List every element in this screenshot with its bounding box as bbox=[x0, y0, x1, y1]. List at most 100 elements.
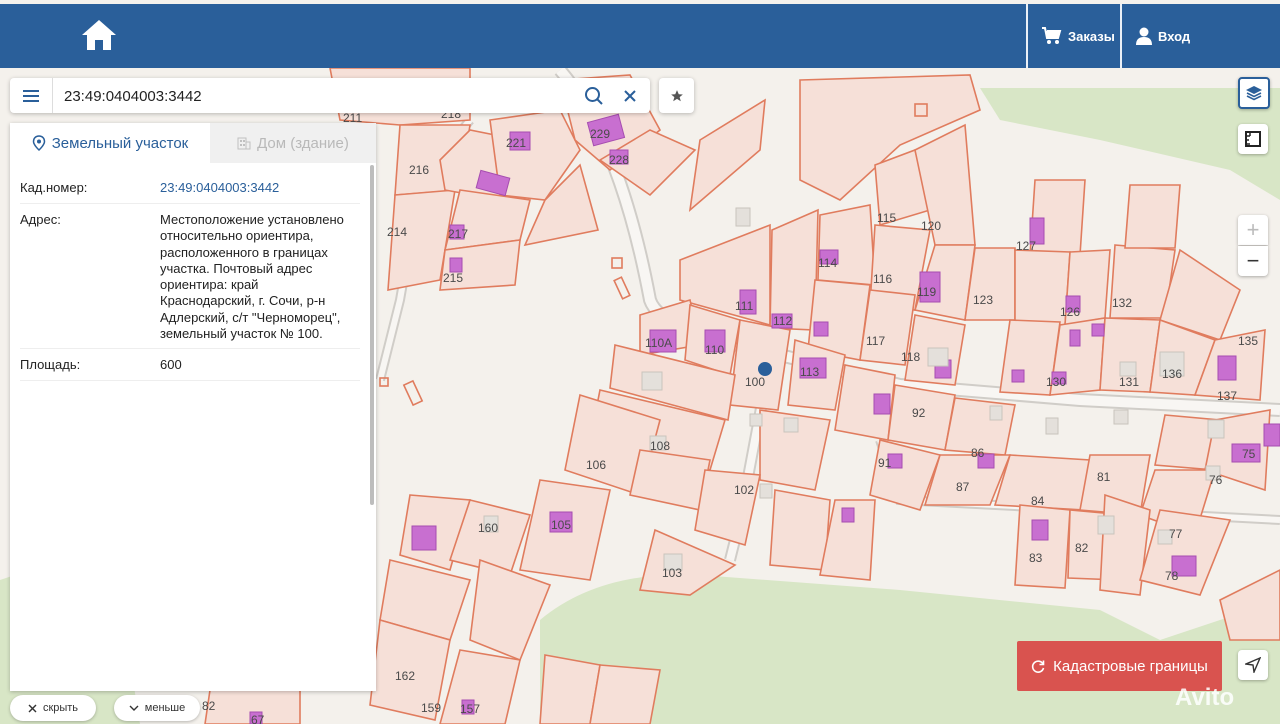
parcel-number-label: 115 bbox=[877, 211, 896, 225]
tab-land-plot-label: Земельный участок bbox=[51, 134, 189, 152]
orders-label: Заказы bbox=[1068, 28, 1115, 44]
less-button[interactable]: меньше bbox=[114, 695, 200, 721]
map-pin-icon bbox=[32, 135, 45, 151]
parcel-number-label: 215 bbox=[443, 271, 463, 285]
parcel-number-label: 77 bbox=[1169, 527, 1183, 541]
address-value: Местоположение установлено относительно … bbox=[160, 212, 344, 342]
parcel-number-label: 76 bbox=[1209, 473, 1223, 487]
building-icon bbox=[237, 137, 251, 150]
layers-button[interactable] bbox=[1238, 77, 1270, 109]
parcel-number-label: 110 bbox=[705, 343, 724, 357]
tab-building[interactable]: Дом (здание) bbox=[210, 123, 376, 163]
favorite-button[interactable] bbox=[659, 78, 694, 113]
parcel-number-label: 102 bbox=[734, 483, 754, 497]
parcel-number-label: 228 bbox=[609, 153, 629, 167]
parcel-number-label: 114 bbox=[818, 256, 837, 270]
selected-parcel-marker[interactable] bbox=[758, 362, 772, 376]
parcel-number-label: 214 bbox=[387, 225, 407, 239]
star-icon bbox=[670, 89, 683, 101]
parcel-number-label: 162 bbox=[395, 669, 415, 683]
locate-button[interactable] bbox=[1238, 650, 1268, 680]
parcel-info-panel: Земельный участок Дом (здание) Кад.номер… bbox=[10, 123, 376, 691]
refresh-icon bbox=[1032, 660, 1045, 673]
plus-icon: + bbox=[1246, 217, 1260, 242]
area-value: 600 bbox=[160, 357, 182, 372]
tab-land-plot[interactable]: Земельный участок bbox=[10, 123, 210, 163]
parcel-number-label: 217 bbox=[448, 227, 468, 241]
parcel-number-label: 132 bbox=[1112, 296, 1132, 310]
address-label: Адрес: bbox=[20, 212, 61, 227]
parcel-number-label: 157 bbox=[460, 702, 480, 716]
parcel-number-label: 118 bbox=[901, 350, 920, 364]
parcel-number-label: 126 bbox=[1060, 305, 1080, 319]
parcel-number-label: 111 bbox=[735, 299, 754, 313]
ruler-button[interactable] bbox=[1238, 124, 1268, 154]
parcel-number-label: 82 bbox=[202, 699, 216, 713]
parcel-number-label: 116 bbox=[873, 272, 892, 286]
parcel-number-label: 120 bbox=[921, 219, 941, 233]
parcel-number-label: 92 bbox=[912, 406, 926, 420]
parcel-number-label: 135 bbox=[1238, 334, 1258, 348]
avito-watermark: Avito bbox=[1175, 684, 1235, 711]
parcel-number-label: 221 bbox=[506, 136, 526, 150]
parcel-number-label: 110A bbox=[645, 336, 672, 350]
hide-panel-button[interactable]: скрыть bbox=[10, 695, 96, 721]
cadastral-borders-label: Кадастровые границы bbox=[1053, 657, 1208, 675]
layers-icon bbox=[1246, 86, 1262, 101]
cart-icon bbox=[1042, 27, 1062, 44]
parcel-number-label: 81 bbox=[1097, 470, 1111, 484]
zoom-out-button[interactable]: − bbox=[1238, 246, 1268, 276]
less-label: меньше bbox=[144, 702, 186, 714]
parcel-number-label: 87 bbox=[956, 480, 970, 494]
parcel-number-label: 119 bbox=[917, 285, 936, 299]
orders-button[interactable]: Заказы bbox=[1026, 4, 1120, 68]
hamburger-icon bbox=[23, 89, 39, 102]
search-icon[interactable] bbox=[584, 86, 604, 106]
parcel-number-label: 130 bbox=[1046, 375, 1066, 389]
parcel-number-label: 91 bbox=[878, 456, 892, 470]
close-icon bbox=[28, 704, 37, 712]
parcel-number-label: 113 bbox=[800, 365, 819, 379]
parcel-number-label: 137 bbox=[1217, 389, 1237, 403]
cad-number-label: Кад.номер: bbox=[20, 180, 88, 195]
ruler-icon bbox=[1245, 131, 1261, 147]
parcel-number-label: 136 bbox=[1162, 367, 1182, 381]
panel-tabs: Земельный участок Дом (здание) bbox=[10, 123, 376, 163]
parcel-number-label: 78 bbox=[1165, 569, 1179, 583]
home-icon[interactable] bbox=[80, 18, 118, 52]
panel-scrollbar[interactable] bbox=[370, 165, 374, 505]
login-label: Вход bbox=[1158, 28, 1191, 44]
parcel-number-label: 216 bbox=[409, 163, 429, 177]
menu-button[interactable] bbox=[10, 78, 53, 113]
parcel-number-label: 127 bbox=[1016, 239, 1036, 253]
navigation-arrow-icon bbox=[1245, 657, 1261, 673]
parcel-number-label: 86 bbox=[971, 446, 985, 460]
tab-building-label: Дом (здание) bbox=[257, 134, 349, 152]
parcel-number-label: 112 bbox=[773, 314, 792, 328]
parcel-number-label: 117 bbox=[866, 334, 885, 348]
divider bbox=[20, 203, 360, 204]
hide-label: скрыть bbox=[42, 702, 79, 714]
close-icon[interactable] bbox=[620, 86, 640, 106]
parcel-number-label: 229 bbox=[590, 127, 610, 141]
login-button[interactable]: Вход bbox=[1120, 4, 1280, 68]
cad-number-value[interactable]: 23:49:0404003:3442 bbox=[160, 180, 350, 196]
parcel-number-label: 75 bbox=[1242, 447, 1256, 461]
parcel-number-label: 123 bbox=[973, 293, 993, 307]
parcel-number-label: 105 bbox=[551, 518, 571, 532]
parcel-number-label: 159 bbox=[421, 701, 441, 715]
parcel-number-label: 100 bbox=[745, 375, 765, 389]
parcel-number-label: 106 bbox=[586, 458, 606, 472]
search-input[interactable] bbox=[62, 84, 576, 108]
area-label: Площадь: bbox=[20, 357, 81, 372]
top-bar: Заказы Вход bbox=[0, 4, 1280, 68]
parcel-number-label: 82 bbox=[1075, 541, 1089, 555]
parcel-number-label: 131 bbox=[1119, 375, 1139, 389]
minus-icon: − bbox=[1246, 248, 1260, 273]
user-icon bbox=[1136, 27, 1152, 45]
parcel-number-label: 160 bbox=[478, 521, 498, 535]
divider bbox=[20, 348, 360, 349]
parcel-number-label: 67 bbox=[251, 713, 265, 724]
zoom-in-button[interactable]: + bbox=[1238, 215, 1268, 245]
parcel-number-label: 83 bbox=[1029, 551, 1043, 565]
